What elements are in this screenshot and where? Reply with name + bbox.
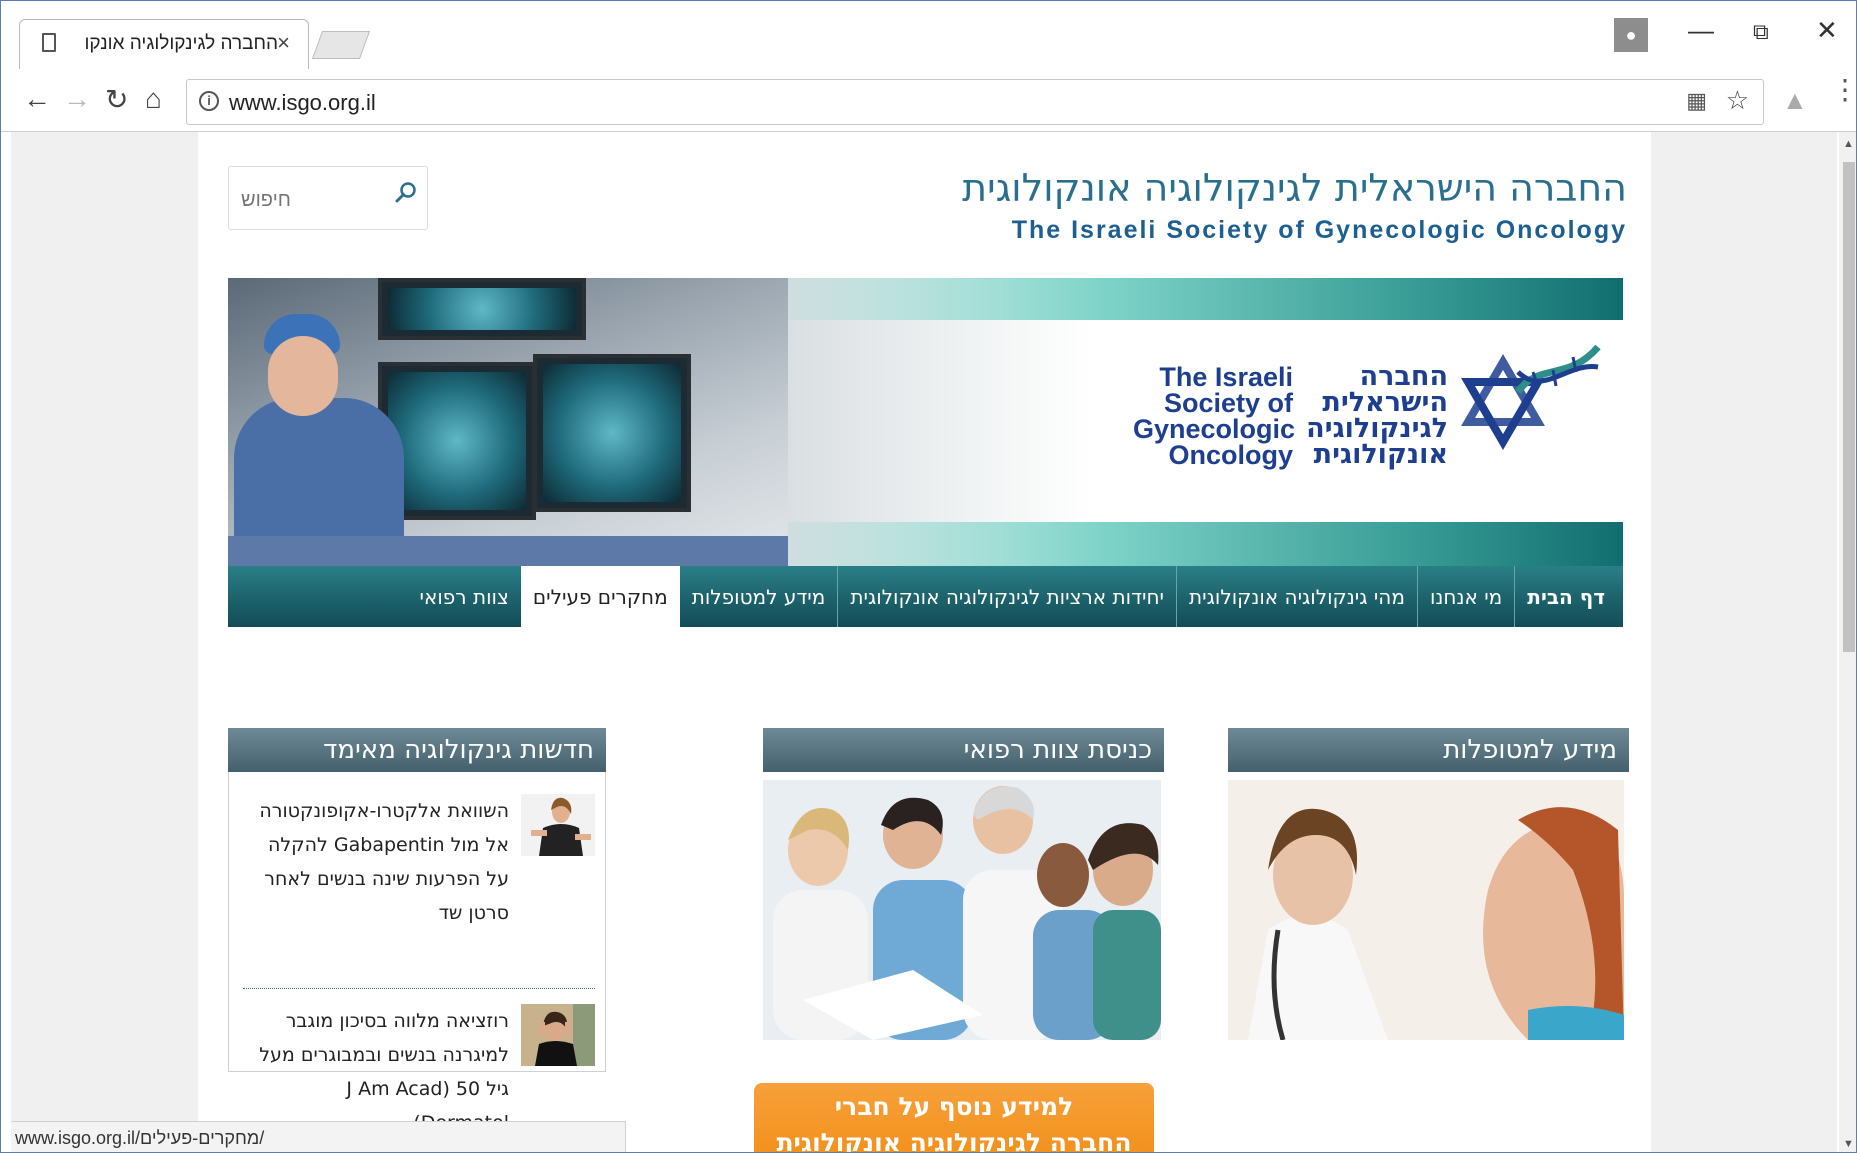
news-panel: השוואת אלקטרו-אקופונקטורה אל מול Gabapen… — [228, 772, 606, 1134]
nav-item-patient-info[interactable]: מידע למטופלות — [680, 566, 838, 627]
staff-section: כניסת צוות רפואי — [763, 728, 1164, 1058]
site-title-hebrew[interactable]: החברה הישראלית לגינקולוגיה אונקולוגית — [962, 166, 1627, 210]
members-info-line2: החברה לגינקולוגיה אונקולוגית — [776, 1128, 1132, 1153]
vertical-scrollbar[interactable]: ▲ ▼ — [1839, 132, 1856, 1152]
profile-icon[interactable]: ● — [1614, 18, 1648, 52]
address-bar[interactable]: i www.isgo.org.il ▦ ☆ — [186, 79, 1764, 125]
browser-window: החברה לגינקולוגיה אונקו × ● — ⧉ ✕ ← → ↻ … — [0, 0, 1857, 1153]
logo-text-english: The Israeli Society of Gynecologic Oncol… — [1133, 362, 1296, 470]
patients-section: מידע למטופלות — [1228, 728, 1629, 1058]
translate-icon[interactable]: ▦ — [1686, 88, 1707, 114]
menu-icon[interactable]: ⋮ — [1831, 76, 1856, 104]
surgeon-head — [268, 336, 338, 416]
search-input[interactable] — [239, 185, 373, 215]
new-tab-button[interactable] — [311, 31, 371, 59]
tab-close-icon[interactable]: × — [277, 30, 290, 56]
site-title-english[interactable]: The Israeli Society of Gynecologic Oncol… — [1012, 216, 1627, 245]
monitor — [378, 278, 586, 340]
news-section: חדשות גינקולוגיה מאימד השוואת אלקטרו-אקו… — [228, 728, 606, 1134]
scroll-down-icon[interactable]: ▼ — [1843, 1138, 1854, 1150]
reload-icon[interactable]: ↻ — [105, 83, 128, 116]
page-viewport: החברה הישראלית לגינקולוגיה אונקולוגית Th… — [11, 132, 1837, 1152]
scroll-thumb[interactable] — [1843, 162, 1855, 652]
staff-heading[interactable]: כניסת צוות רפואי — [763, 728, 1164, 772]
nav-item-medical-staff[interactable]: צוות רפואי — [408, 566, 521, 627]
tab-title: החברה לגינקולוגיה אונקו — [84, 33, 278, 54]
banner-stripe — [748, 522, 1623, 566]
nav-item-national-units[interactable]: יחידות ארציות לגינקולוגיה אונקולוגית — [837, 566, 1176, 627]
news-link[interactable]: השוואת אלקטרו-אקופונקטורה אל מול Gabapen… — [247, 794, 509, 930]
home-icon[interactable]: ⌂ — [145, 83, 162, 115]
close-window-icon[interactable]: ✕ — [1816, 15, 1838, 46]
bookmark-star-icon[interactable]: ☆ — [1726, 85, 1749, 116]
news-link[interactable]: רוזציאה מלווה בסיכון מוגבר למיגרנה בנשים… — [247, 1004, 509, 1140]
nav-item-active-research[interactable]: מחקרים פעילים — [520, 566, 680, 627]
nav-item-about[interactable]: מי אנחנו — [1416, 566, 1514, 627]
members-info-line1: למידע נוסף על חברי — [834, 1092, 1074, 1121]
logo-text-hebrew: החברה הישראלית לגינקולוגיה אונקולוגית — [1306, 361, 1448, 470]
news-item[interactable]: רוזציאה מלווה בסיכון מוגבר למיגרנה בנשים… — [243, 1004, 595, 1134]
members-info-button[interactable]: למידע נוסף על חברי החברה לגינקולוגיה אונ… — [754, 1083, 1154, 1153]
browser-toolbar: ← → ↻ ⌂ i www.isgo.org.il ▦ ☆ ▲ ⋮ — [1, 71, 1856, 132]
drape — [228, 536, 788, 566]
minimize-icon[interactable]: — — [1688, 15, 1714, 46]
patients-photo[interactable] — [1228, 780, 1624, 1040]
news-heading[interactable]: חדשות גינקולוגיה מאימד — [228, 728, 606, 772]
main-navigation: דף הבית מי אנחנו מהי גינקולוגיה אונקולוג… — [228, 566, 1623, 627]
news-item[interactable]: השוואת אלקטרו-אקופונקטורה אל מול Gabapen… — [243, 794, 595, 924]
news-thumbnail[interactable] — [521, 1004, 595, 1066]
url-text[interactable]: www.isgo.org.il — [229, 90, 376, 116]
page-content: החברה הישראלית לגינקולוגיה אונקולוגית Th… — [198, 132, 1651, 1152]
nav-item-home[interactable]: דף הבית — [1514, 566, 1623, 627]
browser-titlebar: החברה לגינקולוגיה אונקו × ● — ⧉ ✕ — [1, 1, 1856, 71]
restore-icon[interactable]: ⧉ — [1753, 19, 1769, 45]
status-bar-url: www.isgo.org.il/מחקרים-פעילים/ — [11, 1121, 626, 1152]
browser-tab[interactable]: החברה לגינקולוגיה אונקו × — [19, 19, 309, 69]
banner-stripe — [748, 278, 1623, 320]
medical-staff-photo[interactable] — [763, 780, 1161, 1040]
search-box — [228, 166, 428, 230]
monitor — [533, 354, 691, 512]
scroll-up-icon[interactable]: ▲ — [1843, 138, 1854, 150]
back-icon[interactable]: ← — [23, 83, 51, 115]
extension-icon[interactable]: ▲ — [1782, 85, 1808, 116]
news-separator — [243, 988, 595, 989]
surgeon-photo — [228, 278, 788, 566]
nav-item-what-is-gyn-onc[interactable]: מהי גינקולוגיה אונקולוגית — [1176, 566, 1417, 627]
hero-banner: The Israeli Society of Gynecologic Oncol… — [228, 278, 1623, 566]
search-icon[interactable] — [395, 181, 417, 203]
star-of-david-dna-logo — [1461, 344, 1601, 450]
forward-icon[interactable]: → — [63, 83, 91, 115]
page-icon — [42, 33, 56, 52]
news-thumbnail[interactable] — [521, 794, 595, 856]
info-icon[interactable]: i — [199, 91, 219, 111]
patients-heading[interactable]: מידע למטופלות — [1228, 728, 1629, 772]
